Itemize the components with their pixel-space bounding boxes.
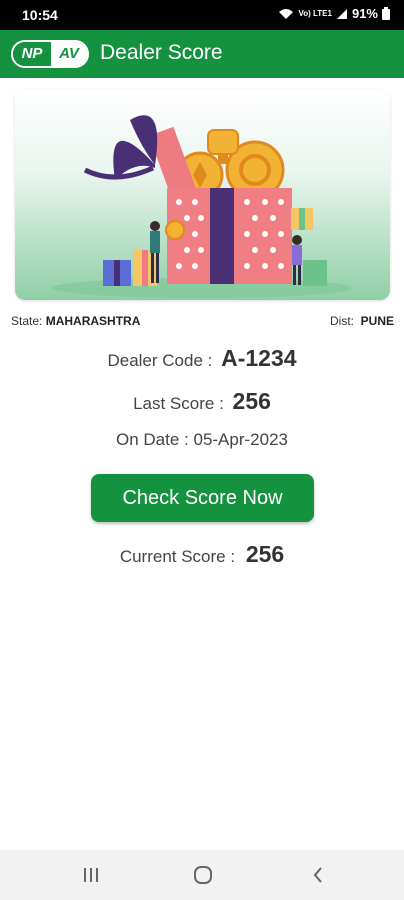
home-icon[interactable] xyxy=(190,863,216,887)
district-value: PUNE xyxy=(360,314,394,328)
dealer-code-label: Dealer Code : xyxy=(107,351,213,370)
score-date-label: On Date : xyxy=(115,430,189,449)
status-icons: Vo) LTE1 91% xyxy=(278,6,390,21)
last-score-row: Last Score : 256 xyxy=(0,388,404,415)
dealer-code-row: Dealer Code : A-1234 xyxy=(0,345,404,372)
state-info: State: MAHARASHTRA xyxy=(11,314,140,328)
logo-np-text: NP xyxy=(13,42,51,66)
gift-illustration xyxy=(52,115,352,298)
current-score-value: 256 xyxy=(245,541,285,567)
score-date-row: On Date : 05-Apr-2023 xyxy=(0,430,404,450)
system-nav-bar xyxy=(0,850,404,900)
page-title: Dealer Score xyxy=(100,41,223,64)
check-score-button[interactable]: Check Score Now xyxy=(91,474,314,522)
battery-icon xyxy=(382,7,390,20)
current-score-row: Current Score : 256 xyxy=(0,541,404,568)
status-bar: 10:54 Vo) LTE1 91% xyxy=(0,0,404,30)
last-score-label: Last Score : xyxy=(133,394,224,413)
state-label: State: xyxy=(11,314,43,328)
district-info: Dist: PUNE xyxy=(330,314,394,328)
app-bar: NP AV Dealer Score xyxy=(0,30,404,78)
npav-logo: NP AV xyxy=(11,40,89,68)
current-score-label: Current Score : xyxy=(119,547,236,566)
score-date-value: 05-Apr-2023 xyxy=(193,430,288,449)
district-label: Dist: xyxy=(329,314,354,328)
back-icon[interactable] xyxy=(305,863,331,887)
battery-percent: 91% xyxy=(351,6,378,21)
wifi-icon xyxy=(279,8,294,19)
state-value: MAHARASHTRA xyxy=(45,314,141,328)
network-label: Vo) LTE1 xyxy=(298,8,332,18)
logo-av-text: AV xyxy=(51,42,87,66)
signal-icon xyxy=(336,8,347,19)
dealer-code-value: A-1234 xyxy=(221,345,297,371)
status-time: 10:54 xyxy=(22,7,58,23)
last-score-value: 256 xyxy=(232,388,271,414)
gift-banner-image xyxy=(15,90,390,300)
recents-icon[interactable] xyxy=(78,863,104,887)
